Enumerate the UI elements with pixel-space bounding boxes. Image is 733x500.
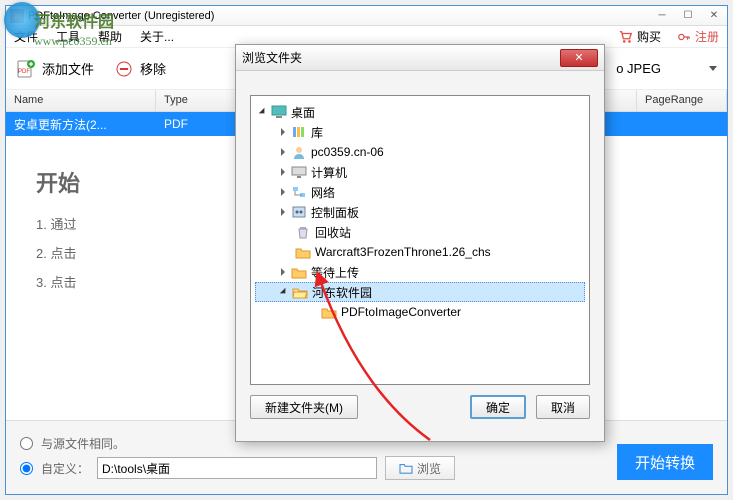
- cart-icon: [619, 30, 633, 44]
- tree-libraries[interactable]: 库: [255, 122, 585, 142]
- dialog-close-button[interactable]: ✕: [560, 49, 598, 67]
- user-icon: [291, 145, 307, 159]
- key-icon: [677, 30, 691, 44]
- folder-icon: [399, 462, 413, 474]
- minimize-button[interactable]: ─: [649, 7, 675, 25]
- folder-icon: [321, 305, 337, 319]
- menu-help[interactable]: 帮助: [98, 28, 122, 45]
- col-type[interactable]: Type: [156, 90, 236, 111]
- svg-text:PDF: PDF: [18, 69, 30, 75]
- col-range[interactable]: PageRange: [637, 90, 727, 111]
- cancel-button[interactable]: 取消: [536, 395, 590, 419]
- register-link[interactable]: 注册: [677, 28, 719, 45]
- recycle-icon: [295, 225, 311, 239]
- menu-tools[interactable]: 工具: [56, 28, 80, 45]
- library-icon: [291, 125, 307, 139]
- browse-folder-dialog: 浏览文件夹 ✕ 桌面 库 pc0359.cn-06 计算机 网络: [235, 44, 605, 442]
- expand-icon[interactable]: [259, 108, 267, 116]
- dialog-buttons: 新建文件夹(M) 确定 取消: [236, 395, 604, 419]
- tree-control-panel[interactable]: 控制面板: [255, 202, 585, 222]
- tree-computer[interactable]: 计算机: [255, 162, 585, 182]
- add-file-button[interactable]: PDF 添加文件: [16, 59, 94, 79]
- output-path-input[interactable]: [97, 457, 377, 479]
- dialog-titlebar: 浏览文件夹 ✕: [236, 45, 604, 71]
- expand-icon[interactable]: [281, 128, 285, 136]
- tree-desktop[interactable]: 桌面: [255, 102, 585, 122]
- control-panel-icon: [291, 205, 307, 219]
- output-format-dropdown[interactable]: o JPEG: [616, 61, 717, 76]
- pdf-add-icon: PDF: [16, 59, 36, 79]
- tree-pdftoimage[interactable]: PDFtoImageConverter: [255, 302, 585, 322]
- col-name[interactable]: Name: [6, 90, 156, 111]
- folder-icon: [291, 265, 307, 279]
- label-custom: 自定义：: [41, 460, 89, 477]
- folder-icon: [295, 245, 311, 259]
- desktop-icon: [271, 105, 287, 119]
- titlebar: P PDFtoImage Converter (Unregistered) ─ …: [6, 6, 727, 26]
- expand-icon[interactable]: [281, 268, 285, 276]
- new-folder-button[interactable]: 新建文件夹(M): [250, 395, 358, 419]
- expand-icon[interactable]: [281, 168, 285, 176]
- network-icon: [291, 185, 307, 199]
- svg-text:P: P: [15, 14, 20, 21]
- tree-network[interactable]: 网络: [255, 182, 585, 202]
- ok-button[interactable]: 确定: [470, 395, 526, 419]
- folder-tree[interactable]: 桌面 库 pc0359.cn-06 计算机 网络 控制面板: [250, 95, 590, 385]
- remove-button[interactable]: 移除: [114, 59, 166, 79]
- tree-recycle[interactable]: 回收站: [255, 222, 585, 242]
- maximize-button[interactable]: ☐: [675, 7, 701, 25]
- expand-icon[interactable]: [280, 288, 288, 296]
- radio-same-as-source[interactable]: [20, 437, 33, 450]
- tree-pending[interactable]: 等待上传: [255, 262, 585, 282]
- remove-icon: [114, 59, 134, 79]
- tree-user[interactable]: pc0359.cn-06: [255, 142, 585, 162]
- buy-link[interactable]: 购买: [619, 28, 661, 45]
- chevron-down-icon: [709, 66, 717, 71]
- dialog-title: 浏览文件夹: [242, 49, 302, 66]
- expand-icon[interactable]: [281, 188, 285, 196]
- menu-file[interactable]: 文件: [14, 28, 38, 45]
- expand-icon[interactable]: [281, 208, 285, 216]
- browse-button[interactable]: 浏览: [385, 456, 455, 480]
- label-same-as-source: 与源文件相同。: [41, 435, 125, 452]
- folder-open-icon: [292, 285, 308, 299]
- convert-button[interactable]: 开始转换: [617, 444, 713, 480]
- radio-custom[interactable]: [20, 462, 33, 475]
- close-button[interactable]: ✕: [701, 7, 727, 25]
- tree-war3[interactable]: Warcraft3FrozenThrone1.26_chs: [255, 242, 585, 262]
- computer-icon: [291, 165, 307, 179]
- window-title: PDFtoImage Converter (Unregistered): [28, 10, 214, 22]
- expand-icon[interactable]: [281, 148, 285, 156]
- tree-hedong[interactable]: 河东软件园: [255, 282, 585, 302]
- app-icon: P: [10, 9, 24, 23]
- menu-about[interactable]: 关于...: [140, 28, 174, 45]
